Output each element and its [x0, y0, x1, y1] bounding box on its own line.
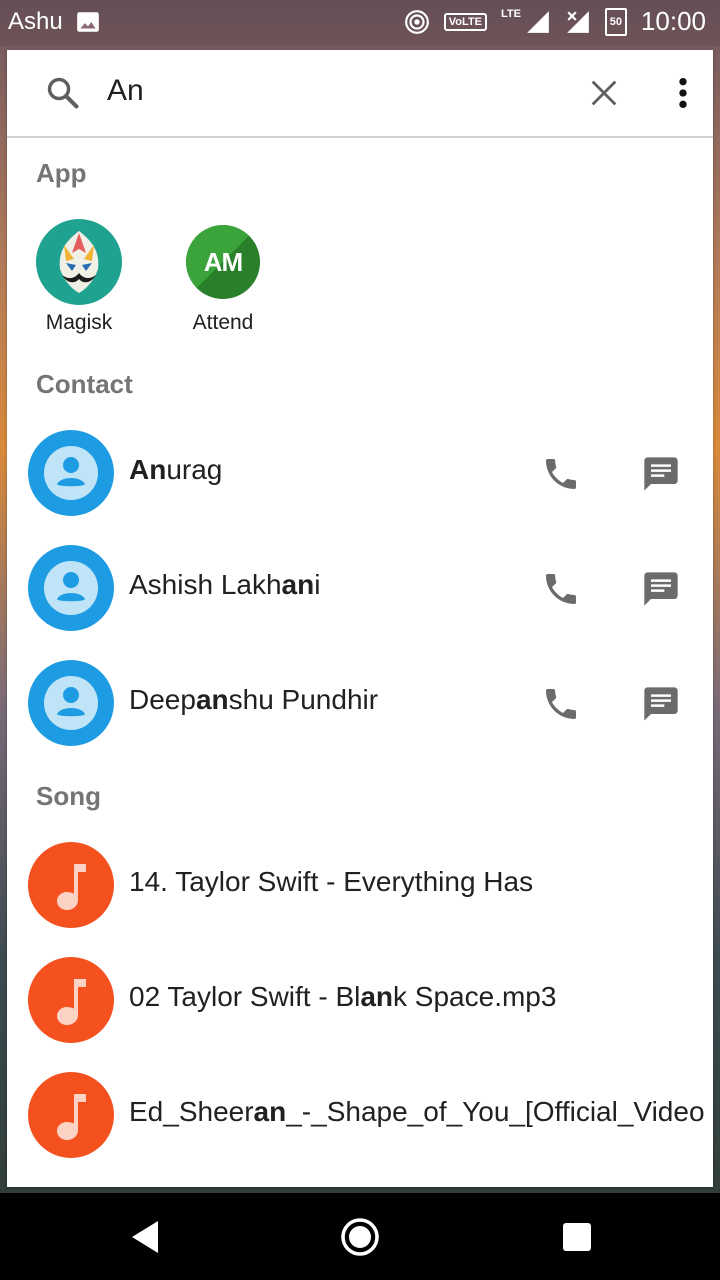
section-header-app: App — [36, 158, 87, 188]
hotspot-icon — [404, 9, 429, 34]
search-input[interactable]: An — [107, 74, 144, 108]
battery-level: 50 — [609, 15, 623, 28]
close-icon[interactable] — [587, 76, 621, 110]
lte-label: LTE — [500, 7, 521, 20]
magisk-icon — [36, 219, 122, 305]
song-title: Ed_Sheeran_-_Shape_of_You_[Official_Vide… — [129, 1096, 705, 1127]
contact-name: Deepanshu Pundhir — [129, 684, 379, 715]
app-label: Magisk — [45, 311, 113, 334]
more-vert-icon[interactable] — [671, 76, 695, 110]
gallery-icon — [76, 12, 99, 32]
contact-avatar — [28, 660, 114, 746]
status-bar: Ashu VoLTE LTE 50 10:00 — [0, 0, 720, 46]
phone-icon[interactable] — [541, 454, 581, 494]
song-row[interactable]: Ed_Sheeran_-_Shape_of_You_[Official_Vide… — [7, 1072, 713, 1172]
volte-badge: VoLTE — [443, 12, 487, 31]
contact-row[interactable]: Ashish Lakhani — [7, 545, 713, 645]
song-row[interactable]: 14. Taylor Swift - Everything Has — [7, 842, 713, 942]
search-icon[interactable] — [44, 74, 82, 112]
message-icon[interactable] — [641, 569, 681, 609]
section-header-song: Song — [36, 781, 101, 811]
message-icon[interactable] — [641, 454, 681, 494]
attend-logo-text: AM — [203, 247, 243, 277]
music-note-icon — [28, 1072, 114, 1158]
phone-icon[interactable] — [541, 569, 581, 609]
app-label: Attend — [192, 311, 254, 334]
section-header-contact: Contact — [36, 369, 133, 399]
contact-name: Ashish Lakhani — [129, 569, 321, 600]
song-title: 02 Taylor Swift - Blank Space.mp3 — [129, 981, 557, 1012]
contact-name: Anurag — [129, 454, 223, 485]
search-results-card: An App Magisk AM Attend Contact Anurag A… — [7, 50, 713, 1187]
phone-icon[interactable] — [541, 684, 581, 724]
song-title: 14. Taylor Swift - Everything Has — [129, 866, 534, 897]
contact-avatar — [28, 545, 114, 631]
home-icon[interactable] — [340, 1217, 380, 1257]
app-item-attend[interactable]: AM Attend — [163, 219, 283, 335]
status-user-name: Ashu — [8, 8, 63, 35]
signal-no-data-icon — [567, 10, 589, 33]
app-item-magisk[interactable]: Magisk — [19, 219, 139, 335]
music-note-icon — [28, 957, 114, 1043]
status-time: 10:00 — [640, 6, 706, 36]
music-note-icon — [28, 842, 114, 928]
contact-row[interactable]: Deepanshu Pundhir — [7, 660, 713, 760]
attend-icon: AM — [186, 225, 260, 299]
message-icon[interactable] — [641, 684, 681, 724]
battery-icon: 50 — [604, 7, 627, 36]
song-row[interactable]: 02 Taylor Swift - Blank Space.mp3 — [7, 957, 713, 1057]
recent-apps-icon[interactable] — [561, 1217, 593, 1257]
contact-row[interactable]: Anurag — [7, 430, 713, 530]
navigation-bar — [0, 1193, 720, 1280]
back-icon[interactable] — [128, 1217, 160, 1257]
contact-avatar — [28, 430, 114, 516]
search-bar: An — [7, 50, 713, 138]
signal-icon — [527, 10, 549, 33]
